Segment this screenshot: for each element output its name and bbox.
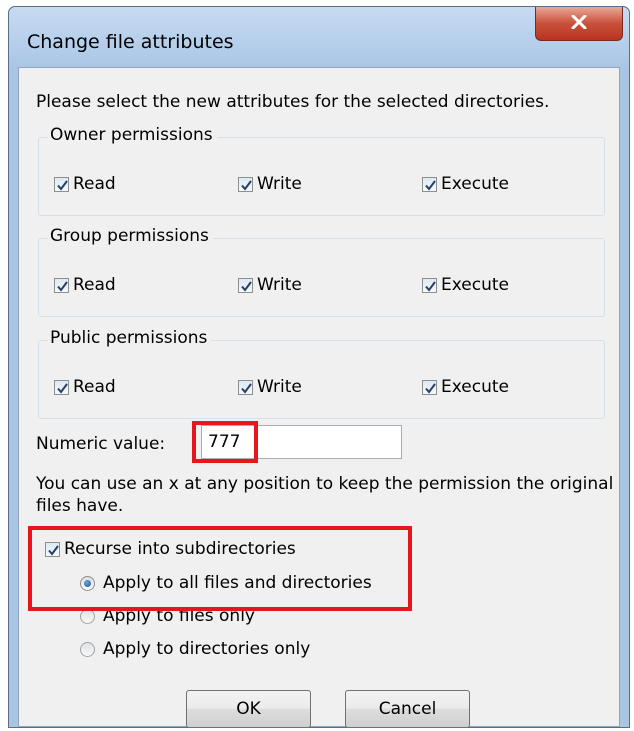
radio-label: Apply to directories only — [103, 639, 311, 659]
checkbox-label: Execute — [441, 377, 509, 397]
owner-read-checkbox[interactable]: Read — [54, 174, 116, 194]
owner-write-checkbox[interactable]: Write — [238, 174, 302, 194]
change-file-attributes-dialog: Change file attributes Please select the… — [8, 6, 630, 728]
hint-text: You can use an x at any position to keep… — [36, 474, 614, 516]
public-permissions-group: Public permissions Read Write Execute — [38, 328, 605, 419]
checkbox-checked-icon — [54, 379, 69, 395]
checkbox-label: Execute — [441, 275, 509, 295]
group-permissions-group: Group permissions Read Write Execute — [38, 226, 605, 317]
checkbox-checked-icon — [54, 176, 69, 192]
radio-unselected-icon — [80, 641, 95, 657]
group-execute-checkbox[interactable]: Execute — [422, 275, 509, 295]
group-title: Public permissions — [48, 328, 212, 348]
checkbox-label: Read — [73, 174, 116, 194]
checkbox-label: Read — [73, 275, 116, 295]
checkbox-checked-icon — [238, 379, 253, 395]
group-title: Group permissions — [48, 226, 213, 246]
numeric-value-input[interactable] — [201, 425, 402, 459]
checkbox-checked-icon — [422, 277, 437, 293]
radio-label: Apply to files only — [103, 606, 255, 626]
checkbox-label: Recurse into subdirectories — [64, 539, 296, 559]
owner-permissions-group: Owner permissions Read Write Execute — [38, 125, 605, 216]
title-bar[interactable]: Change file attributes — [9, 7, 629, 67]
group-write-checkbox[interactable]: Write — [238, 275, 302, 295]
numeric-value-label: Numeric value: — [36, 434, 166, 454]
radio-unselected-icon — [80, 608, 95, 624]
checkbox-checked-icon — [238, 277, 253, 293]
checkbox-label: Write — [257, 377, 302, 397]
checkbox-checked-icon — [54, 277, 69, 293]
checkbox-checked-icon — [422, 176, 437, 192]
group-read-checkbox[interactable]: Read — [54, 275, 116, 295]
intro-text: Please select the new attributes for the… — [36, 92, 550, 112]
radio-apply-files-only[interactable]: Apply to files only — [80, 606, 255, 626]
public-read-checkbox[interactable]: Read — [54, 377, 116, 397]
checkbox-label: Read — [73, 377, 116, 397]
dialog-body: Please select the new attributes for the… — [18, 67, 620, 728]
owner-execute-checkbox[interactable]: Execute — [422, 174, 509, 194]
checkbox-label: Write — [257, 275, 302, 295]
recurse-subdirectories-checkbox[interactable]: Recurse into subdirectories — [45, 539, 296, 559]
checkbox-checked-icon — [422, 379, 437, 395]
group-title: Owner permissions — [48, 125, 217, 145]
public-write-checkbox[interactable]: Write — [238, 377, 302, 397]
radio-apply-all[interactable]: Apply to all files and directories — [80, 573, 372, 593]
checkbox-checked-icon — [45, 541, 60, 557]
radio-apply-directories-only[interactable]: Apply to directories only — [80, 639, 310, 659]
ok-button[interactable]: OK — [186, 690, 311, 728]
checkbox-label: Execute — [441, 174, 509, 194]
cancel-button[interactable]: Cancel — [345, 690, 470, 728]
checkbox-label: Write — [257, 174, 302, 194]
checkbox-checked-icon — [238, 176, 253, 192]
close-x-icon — [571, 14, 587, 33]
public-execute-checkbox[interactable]: Execute — [422, 377, 509, 397]
radio-selected-icon — [80, 575, 95, 591]
radio-label: Apply to all files and directories — [103, 573, 372, 593]
close-button[interactable] — [535, 7, 623, 41]
dialog-title: Change file attributes — [27, 31, 234, 53]
